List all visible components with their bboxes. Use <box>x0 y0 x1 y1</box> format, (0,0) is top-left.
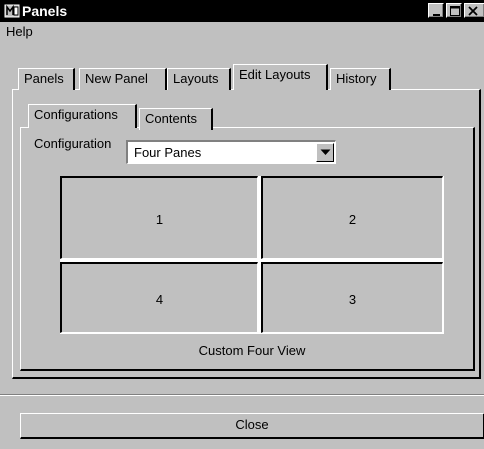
pane-number: 1 <box>155 212 164 227</box>
close-button[interactable]: Close <box>20 413 484 439</box>
tab-panels[interactable]: Panels <box>18 68 75 90</box>
subtab-contents[interactable]: Contents <box>139 108 213 130</box>
pane-number: 3 <box>348 292 357 307</box>
layout-name-label: Custom Four View <box>198 343 306 358</box>
menu-help[interactable]: Help <box>6 24 33 40</box>
tab-layouts[interactable]: Layouts <box>167 68 231 90</box>
subtab-configurations[interactable]: Configurations <box>28 104 137 128</box>
maximize-button[interactable] <box>446 3 462 18</box>
menu-bar: Help <box>0 22 484 42</box>
close-window-button[interactable] <box>464 3 484 18</box>
pane-bottom-right[interactable]: 3 <box>261 262 443 333</box>
tab-new-panel[interactable]: New Panel <box>79 68 167 90</box>
maximize-icon <box>450 6 460 16</box>
chevron-down-icon <box>320 149 331 155</box>
pane-number: 2 <box>348 212 357 227</box>
title-bar[interactable]: Panels <box>0 0 484 22</box>
minimize-button[interactable] <box>428 3 444 18</box>
pane-bottom-left[interactable]: 4 <box>60 262 258 333</box>
dropdown-button[interactable] <box>316 143 334 162</box>
panels-app-icon <box>4 3 20 19</box>
minimize-icon <box>433 14 440 16</box>
configuration-dropdown[interactable]: Four Panes <box>126 140 336 164</box>
pane-top-left[interactable]: 1 <box>60 176 258 259</box>
configuration-label: Configuration <box>34 136 112 151</box>
close-icon <box>468 6 478 16</box>
tab-history[interactable]: History <box>330 68 391 90</box>
configuration-value: Four Panes <box>134 145 202 160</box>
window-title: Panels <box>22 3 68 19</box>
tab-edit-layouts[interactable]: Edit Layouts <box>233 64 328 90</box>
pane-top-right[interactable]: 2 <box>261 176 443 259</box>
separator <box>0 394 484 396</box>
pane-number: 4 <box>155 292 164 307</box>
